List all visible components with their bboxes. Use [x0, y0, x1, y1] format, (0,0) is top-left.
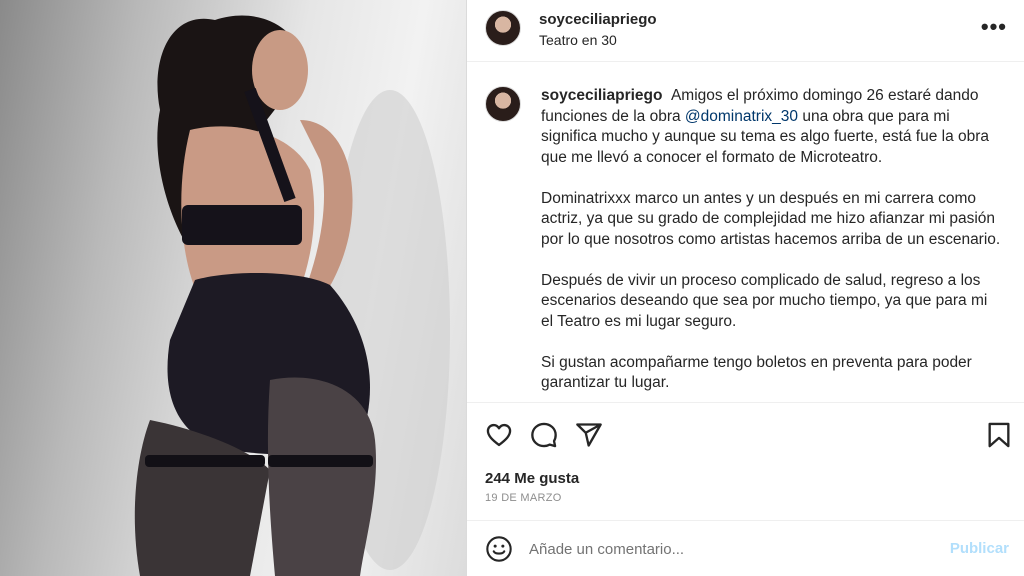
- photo-illustration: [134, 15, 450, 576]
- comment-bar: Publicar: [467, 520, 1024, 576]
- location[interactable]: Teatro en 30: [539, 32, 617, 48]
- post-detail-panel: soyceciliapriego Teatro en 30 ••• soycec…: [466, 0, 1024, 576]
- caption-area: soyceciliapriego Amigos el próximo domin…: [467, 78, 1024, 402]
- comment-icon[interactable]: [530, 421, 558, 449]
- share-icon[interactable]: [575, 421, 603, 449]
- caption: soyceciliapriego Amigos el próximo domin…: [541, 86, 1001, 402]
- bookmark-icon[interactable]: [985, 421, 1013, 449]
- comment-input[interactable]: [529, 535, 939, 563]
- emoji-icon[interactable]: [485, 535, 513, 563]
- post-photo[interactable]: [0, 0, 466, 576]
- caption-username[interactable]: soyceciliapriego: [541, 87, 662, 104]
- avatar[interactable]: [485, 10, 521, 46]
- caption-avatar[interactable]: [485, 86, 521, 122]
- caption-text-3: Después de vivir un proceso complicado d…: [541, 271, 988, 330]
- username[interactable]: soyceciliapriego: [539, 11, 657, 28]
- heart-icon[interactable]: [485, 421, 513, 449]
- caption-text-4: Si gustan acompañarme tengo boletos en p…: [541, 353, 972, 392]
- publish-button[interactable]: Publicar: [950, 540, 1009, 557]
- likes-count[interactable]: 244 Me gusta: [485, 470, 579, 487]
- action-bar: 244 Me gusta 19 DE MARZO: [467, 402, 1024, 532]
- caption-text-2: Dominatrixxx marco un antes y un después…: [541, 189, 1001, 248]
- more-icon[interactable]: •••: [981, 14, 1007, 40]
- post-date[interactable]: 19 DE MARZO: [485, 492, 562, 504]
- mention-link[interactable]: @dominatrix_30: [685, 108, 798, 125]
- post-header: soyceciliapriego Teatro en 30 •••: [467, 0, 1024, 62]
